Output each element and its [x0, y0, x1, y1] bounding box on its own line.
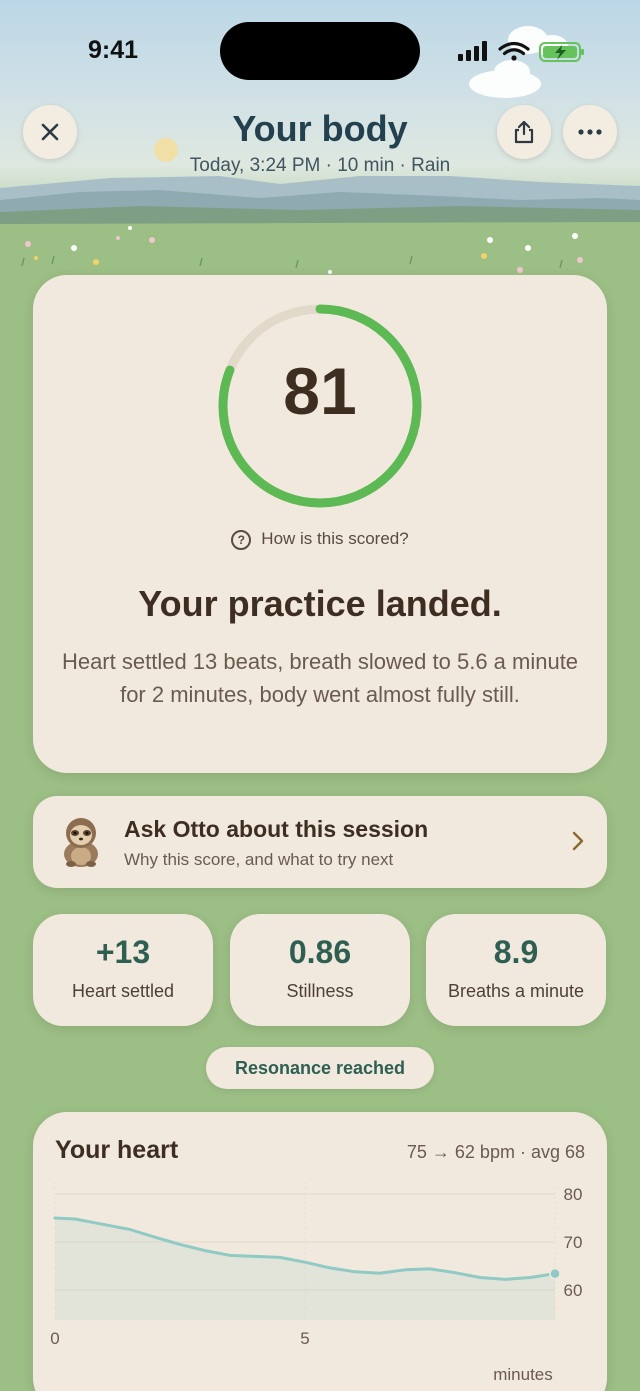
dynamic-island	[220, 22, 420, 80]
ask-otto-button[interactable]: Ask Otto about this session Why this sco…	[33, 796, 607, 888]
session-subtitle: Today, 3:24 PM · 10 min · Rain	[189, 155, 451, 176]
how-scored-link[interactable]: ? How is this scored?	[33, 529, 607, 550]
stat-label: Heart settled	[71, 981, 175, 1001]
y-tick-label: 60	[564, 1281, 583, 1300]
stat-value: +13	[95, 934, 151, 970]
y-tick-label: 80	[564, 1185, 583, 1204]
x-tick-label: 5	[300, 1329, 309, 1348]
battery-charging-icon	[539, 42, 584, 62]
question-icon: ?	[231, 529, 252, 550]
sloth-avatar-icon	[64, 818, 98, 867]
wifi-icon	[498, 41, 530, 61]
stat-value: 0.86	[288, 934, 352, 970]
stat-value: 8.9	[493, 934, 539, 970]
x-tick-label: 0	[50, 1329, 59, 1348]
score-description: Heart settled 13 beats, breath slowed to…	[61, 649, 579, 707]
signal-icon	[458, 41, 487, 61]
ask-otto-subtitle: Why this score, and what to try next	[124, 850, 394, 869]
y-tick-label: 70	[564, 1233, 583, 1252]
ask-otto-title: Ask Otto about this session	[124, 816, 429, 842]
heart-rate-chart: 80 70 60 0 5 minutes	[50, 1182, 583, 1384]
share-icon	[514, 120, 534, 144]
chevron-right-icon	[572, 831, 584, 851]
share-button[interactable]	[497, 105, 551, 159]
x-axis-label: minutes	[493, 1365, 553, 1384]
score-card: 81 ? How is this scored? Your practice la…	[33, 275, 607, 773]
resonance-badge: Resonance reached	[206, 1047, 434, 1089]
status-icons	[458, 38, 588, 71]
stat-breaths-a-minute: 8.9 Breaths a minute	[426, 914, 606, 1026]
more-options-button[interactable]	[563, 105, 617, 159]
how-scored-label: How is this scored?	[261, 529, 409, 548]
score-headline: Your practice landed.	[138, 583, 502, 624]
heart-rate-endpoint	[549, 1267, 561, 1280]
score-value: 81	[283, 354, 357, 428]
status-time: 9:41	[88, 36, 139, 64]
stat-label: Stillness	[286, 981, 354, 1001]
stat-stillness: 0.86 Stillness	[230, 914, 410, 1026]
stat-heart-settled: +13 Heart settled	[33, 914, 213, 1026]
more-icon	[578, 129, 602, 135]
heart-card: Your heart 75 → 62 bpm · avg 68 80 70 60 0 5…	[33, 1112, 607, 1391]
stat-label: Breaths a minute	[447, 981, 585, 1001]
